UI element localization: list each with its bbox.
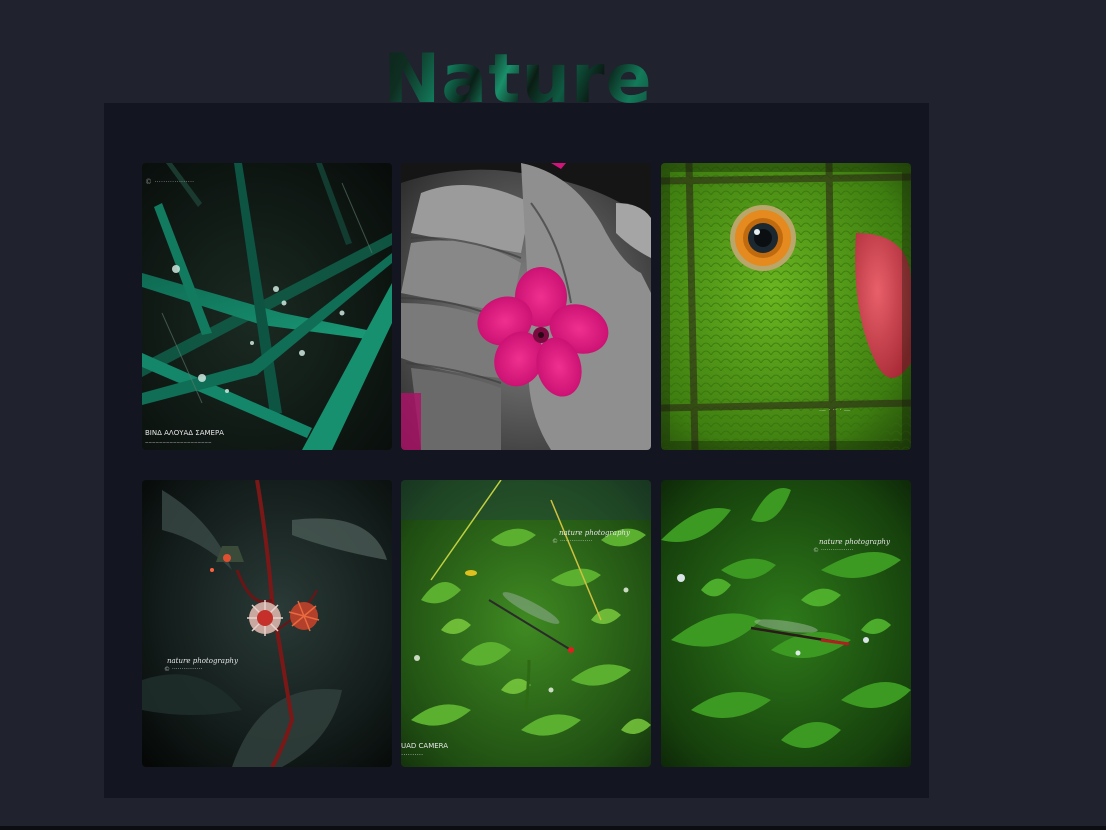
photo-watermark-script: nature photography [559, 529, 630, 537]
damselfly-leaves-image [661, 480, 911, 767]
photo-watermark-top: © ·················· [145, 178, 195, 186]
photo-watermark-sub: © ················· [552, 538, 593, 545]
photo-watermark-sub: ––––––––––––––––––– [145, 438, 212, 446]
photo-damselfly-plants[interactable]: nature photography © ················· U… [401, 480, 651, 767]
photo-thistle[interactable]: nature photography © ················ [142, 480, 392, 767]
photo-watermark: — · ·· · — [819, 406, 851, 414]
photo-flower-hand[interactable] [401, 163, 651, 450]
photo-gallery: © ·················· ΒΙΝΔ ΑΛΟΥΑΔ ΣΑΜΕΡΑ … [104, 103, 929, 798]
photo-watermark-sub: © ················ [164, 666, 203, 673]
photo-parrot[interactable]: — · ·· · — [661, 163, 911, 450]
photo-watermark: UAD CAMERA [401, 742, 449, 750]
grass-dew-image [142, 163, 392, 450]
flower-hand-image [401, 163, 651, 450]
damselfly-plants-image [401, 480, 651, 767]
page: Nature © ·················· ΒΙΝΔ ΑΛΟΥΑΔ … [0, 0, 1106, 830]
photo-watermark: ΒΙΝΔ ΑΛΟΥΑΔ ΣΑΜΕΡΑ [145, 429, 224, 437]
photo-grass-dew[interactable]: © ·················· ΒΙΝΔ ΑΛΟΥΑΔ ΣΑΜΕΡΑ … [142, 163, 392, 450]
thistle-image [142, 480, 392, 767]
photo-watermark-script: nature photography [167, 657, 238, 665]
photo-watermark-script: nature photography [819, 538, 890, 546]
photo-watermark-sub: © ················· [813, 547, 854, 554]
parrot-image [661, 163, 911, 450]
photo-damselfly-leaves[interactable]: nature photography © ················· [661, 480, 911, 767]
bottom-edge [0, 826, 1106, 830]
photo-watermark-sub2: ·········· [401, 751, 424, 759]
